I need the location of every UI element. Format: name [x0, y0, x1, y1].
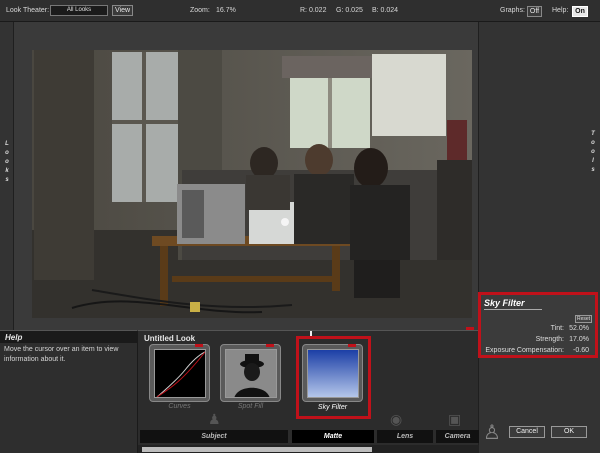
green-readout: G: 0.025 [336, 7, 363, 14]
view-button[interactable]: View [112, 5, 133, 16]
tool-card-spot-fill[interactable] [220, 344, 281, 402]
strength-row[interactable]: Strength: 17.0% [536, 336, 589, 343]
photo-image [32, 50, 472, 318]
tint-row[interactable]: Tint: 52.0% [551, 325, 589, 332]
curves-graph-icon [156, 351, 205, 397]
cancel-button[interactable]: Cancel [509, 426, 545, 438]
camera-ghost-icon: ▣ [448, 411, 462, 427]
zoom-value: 16.7% [216, 7, 236, 14]
help-title: Help [0, 331, 137, 343]
tab-subject[interactable]: Subject [140, 430, 288, 443]
graphs-label: Graphs: [500, 7, 525, 14]
help-toggle[interactable]: On [572, 6, 588, 17]
tool-card-sky-filter[interactable] [302, 344, 363, 402]
sky-filter-settings-panel: Sky Filter Reset Tint: 52.0% Strength: 17.… [478, 292, 598, 358]
red-readout: R: 0.022 [300, 7, 327, 14]
curves-active-indicator [195, 344, 203, 347]
help-text: Move the cursor over an item to view inf… [4, 346, 119, 363]
sky-filter-label: Sky Filter [317, 404, 348, 411]
look-strip: Untitled Look Curves Spot Fill Sky Filte… [137, 330, 479, 453]
exposure-row[interactable]: Exposure Compensation: -0.60 [485, 347, 589, 354]
zoom-label: Zoom: [190, 7, 210, 14]
look-name: Untitled Look [144, 334, 196, 343]
spot-fill-active-indicator [266, 344, 274, 347]
graphs-toggle[interactable]: Off [527, 6, 542, 17]
blue-readout: B: 0.024 [372, 7, 399, 14]
help-panel: Help Move the cursor over an item to vie… [0, 330, 137, 453]
ok-button[interactable]: OK [551, 426, 587, 438]
spot-fill-label: Spot Fill [237, 403, 264, 410]
look-theater-select[interactable]: All Looks [50, 5, 108, 16]
photo-preview [32, 50, 472, 318]
spot-fill-portrait-icon [226, 350, 276, 397]
top-toolbar: Look Theater: All Looks View Zoom: 16.7%… [0, 0, 600, 22]
tools-panel: Tools [478, 22, 600, 453]
lens-ghost-icon: ◉ [390, 411, 403, 427]
tab-matte[interactable]: Matte [292, 430, 374, 443]
tool-card-curves[interactable] [149, 344, 210, 402]
tint-label: Tint: [550, 325, 564, 332]
look-strip-scrollbar[interactable] [138, 445, 479, 453]
image-viewer[interactable] [14, 22, 478, 330]
exposure-value[interactable]: -0.60 [567, 347, 589, 354]
sky-filter-title: Sky Filter [484, 298, 542, 310]
tools-tab-label[interactable]: Tools [588, 130, 598, 175]
looks-side-tab[interactable]: Looks [0, 22, 14, 330]
tab-camera[interactable]: Camera [436, 430, 479, 443]
curves-thumbnail [154, 349, 206, 398]
figure-walking-icon: ♙ [483, 422, 501, 444]
strength-label: Strength: [535, 336, 564, 343]
sky-filter-active-indicator [348, 344, 356, 347]
viewer-red-marker [466, 327, 474, 330]
look-strip-scrollbar-thumb[interactable] [142, 447, 372, 452]
tint-value[interactable]: 52.0% [567, 325, 589, 332]
looks-tab-label: Looks [5, 141, 9, 183]
reset-button[interactable]: Reset [575, 315, 592, 323]
subject-ghost-icon: ♟ [208, 411, 221, 427]
sky-filter-thumbnail [307, 349, 359, 398]
help-label: Help: [552, 7, 569, 14]
spot-fill-thumbnail [225, 349, 277, 398]
look-theater-label: Look Theater: [6, 7, 50, 14]
tool-category-tabs: Subject Matte Lens Camera [138, 430, 479, 444]
exposure-label: Exposure Compensation: [485, 347, 564, 354]
curves-label: Curves [168, 403, 191, 410]
tab-lens[interactable]: Lens [377, 430, 433, 443]
strength-value[interactable]: 17.0% [567, 336, 589, 343]
